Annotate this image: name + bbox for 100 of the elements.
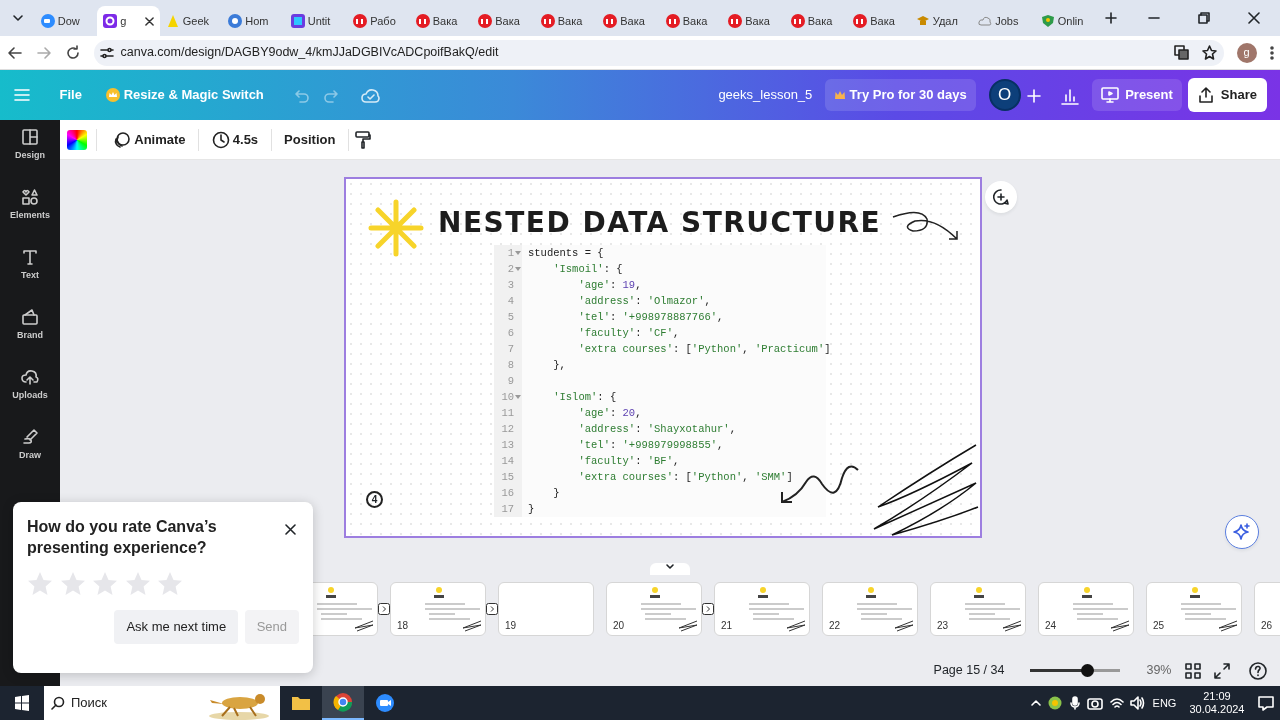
line-number: 10 bbox=[494, 389, 522, 405]
shield-icon[interactable] bbox=[1048, 696, 1063, 710]
close-icon[interactable] bbox=[144, 16, 154, 26]
user-avatar[interactable]: O bbox=[988, 79, 1021, 111]
transition-icon[interactable] bbox=[486, 603, 498, 615]
color-swatch[interactable] bbox=[66, 129, 87, 150]
zoom-percent[interactable]: 39% bbox=[1146, 661, 1172, 680]
browser-tab[interactable]: g bbox=[97, 6, 160, 36]
slide-thumbnail[interactable]: 25 bbox=[1146, 582, 1242, 636]
slide-thumbnail[interactable]: 21 bbox=[714, 582, 810, 636]
browser-tab[interactable]: Вака bbox=[534, 6, 597, 36]
slide-thumbnail[interactable]: 26 bbox=[1254, 582, 1280, 636]
url-text: canva.com/design/DAGBY9odw_4/kmJJaDGBIVcADCpoifBakQ/edit bbox=[120, 44, 499, 62]
sidebar-item[interactable]: Uploads bbox=[0, 360, 60, 420]
restore-icon[interactable] bbox=[1197, 12, 1210, 24]
camera-icon[interactable] bbox=[1087, 696, 1104, 710]
sidebar-item[interactable]: Draw bbox=[0, 420, 60, 480]
browser-tab[interactable]: Hom bbox=[222, 6, 285, 36]
share-button[interactable]: Share bbox=[1188, 78, 1267, 112]
text-lines-drawing bbox=[749, 603, 804, 620]
browser-tab[interactable]: Рабо bbox=[347, 6, 410, 36]
animate-button[interactable]: Animate bbox=[107, 125, 192, 154]
back-icon[interactable] bbox=[6, 44, 23, 61]
code-line: }, bbox=[552, 358, 566, 373]
search-field[interactable]: Поиск bbox=[44, 686, 280, 720]
dialog-button[interactable]: Ask me next time bbox=[114, 610, 239, 644]
language-indicator[interactable]: ENG bbox=[1152, 694, 1177, 712]
clock[interactable]: 21:09 30.04.2024 bbox=[1182, 690, 1251, 716]
transition-icon[interactable] bbox=[702, 603, 714, 615]
star-icon[interactable] bbox=[1202, 45, 1217, 60]
paint-roller-icon[interactable] bbox=[355, 130, 372, 149]
transition-icon[interactable] bbox=[378, 603, 390, 615]
browser-tab[interactable]: Geek bbox=[159, 6, 222, 36]
sidebar-item[interactable]: Brand bbox=[0, 300, 60, 360]
browser-tab[interactable]: Вака bbox=[784, 6, 847, 36]
slide-thumbnail[interactable]: 19 bbox=[498, 582, 594, 636]
more-icon[interactable] bbox=[1269, 45, 1274, 60]
sidebar-item[interactable]: Text bbox=[0, 240, 60, 300]
browser-tab[interactable]: Вака bbox=[409, 6, 472, 36]
star-icon[interactable] bbox=[124, 571, 151, 597]
animate-icon bbox=[113, 130, 131, 149]
plus-icon[interactable] bbox=[1105, 12, 1117, 24]
document-title[interactable]: geeks_lesson_5 bbox=[718, 85, 813, 105]
duration-button[interactable]: 4.5s bbox=[205, 125, 265, 154]
magic-button[interactable] bbox=[1225, 515, 1259, 549]
code-line: 'age': 19, bbox=[577, 278, 642, 293]
profile-avatar[interactable]: g bbox=[1236, 42, 1257, 63]
slide-thumbnail[interactable]: 20 bbox=[606, 582, 702, 636]
volume-icon[interactable] bbox=[1130, 696, 1147, 710]
cloud-icon bbox=[978, 14, 992, 28]
position-button[interactable]: Position bbox=[278, 125, 342, 154]
line-number: 3 bbox=[494, 277, 522, 293]
network-icon[interactable] bbox=[1109, 696, 1124, 710]
cloud-check-icon[interactable] bbox=[360, 86, 381, 105]
star-icon[interactable] bbox=[27, 571, 53, 597]
browser-tab[interactable]: Вака bbox=[597, 6, 660, 36]
page-indicator[interactable]: Page 15 / 34 bbox=[933, 661, 1005, 680]
bar-chart-icon[interactable] bbox=[1060, 86, 1079, 105]
code-line: 'faculty': 'BF', bbox=[577, 454, 680, 469]
browser-tab[interactable]: Удал bbox=[909, 6, 972, 36]
expand-icon[interactable] bbox=[1213, 662, 1230, 679]
collapse-tab[interactable] bbox=[650, 563, 690, 575]
present-button[interactable]: Present bbox=[1091, 79, 1182, 111]
browser-tab[interactable]: Вака bbox=[659, 6, 722, 36]
chevron-up-icon[interactable] bbox=[1029, 697, 1042, 709]
star-icon[interactable] bbox=[92, 571, 118, 597]
try-pro-button[interactable]: Try Pro for 30 days bbox=[825, 79, 976, 111]
windows-icon[interactable] bbox=[14, 695, 30, 711]
browser-tab[interactable]: Вака bbox=[472, 6, 535, 36]
slide-thumbnail[interactable]: 24 bbox=[1038, 582, 1134, 636]
draw-icon bbox=[21, 428, 39, 446]
chevron-down-icon[interactable] bbox=[11, 12, 24, 24]
grid-icon[interactable] bbox=[1184, 662, 1201, 679]
translate-icon[interactable] bbox=[1174, 45, 1189, 60]
browser-tab[interactable]: Untit bbox=[284, 6, 347, 36]
close-icon[interactable] bbox=[1247, 12, 1260, 24]
slide-preview-drawing bbox=[1189, 587, 1201, 599]
reload-icon[interactable] bbox=[64, 44, 81, 61]
slide-thumbnail[interactable]: 22 bbox=[822, 582, 918, 636]
address-bar[interactable]: canva.com/design/DAGBY9odw_4/kmJJaDGBIVcADCpoifBakQ/edit bbox=[93, 39, 1224, 66]
browser-tab[interactable]: Dow bbox=[34, 6, 97, 36]
browser-tab[interactable]: Вака bbox=[847, 6, 910, 36]
square-icon bbox=[290, 14, 305, 28]
slide-thumbnail[interactable]: 23 bbox=[930, 582, 1026, 636]
star-icon[interactable] bbox=[59, 571, 86, 597]
browser-tab[interactable]: Вака bbox=[722, 6, 785, 36]
star-icon[interactable] bbox=[157, 571, 183, 597]
notification-icon[interactable] bbox=[1257, 695, 1274, 711]
text-lines-drawing bbox=[1073, 603, 1128, 620]
sidebar-item[interactable]: Design bbox=[0, 120, 60, 180]
slider-thumb[interactable] bbox=[1081, 664, 1095, 677]
add-comment-button[interactable] bbox=[985, 181, 1017, 213]
browser-tab[interactable]: Onlin bbox=[1034, 6, 1097, 36]
browser-tab[interactable]: Jobs bbox=[972, 6, 1035, 36]
help-icon[interactable] bbox=[1249, 661, 1267, 680]
slide-thumbnail[interactable]: 18 bbox=[390, 582, 486, 636]
microphone-icon[interactable] bbox=[1068, 696, 1081, 710]
close-icon[interactable] bbox=[284, 524, 296, 536]
taskbar-app[interactable] bbox=[322, 686, 364, 720]
sidebar-item[interactable]: Elements bbox=[0, 180, 60, 240]
